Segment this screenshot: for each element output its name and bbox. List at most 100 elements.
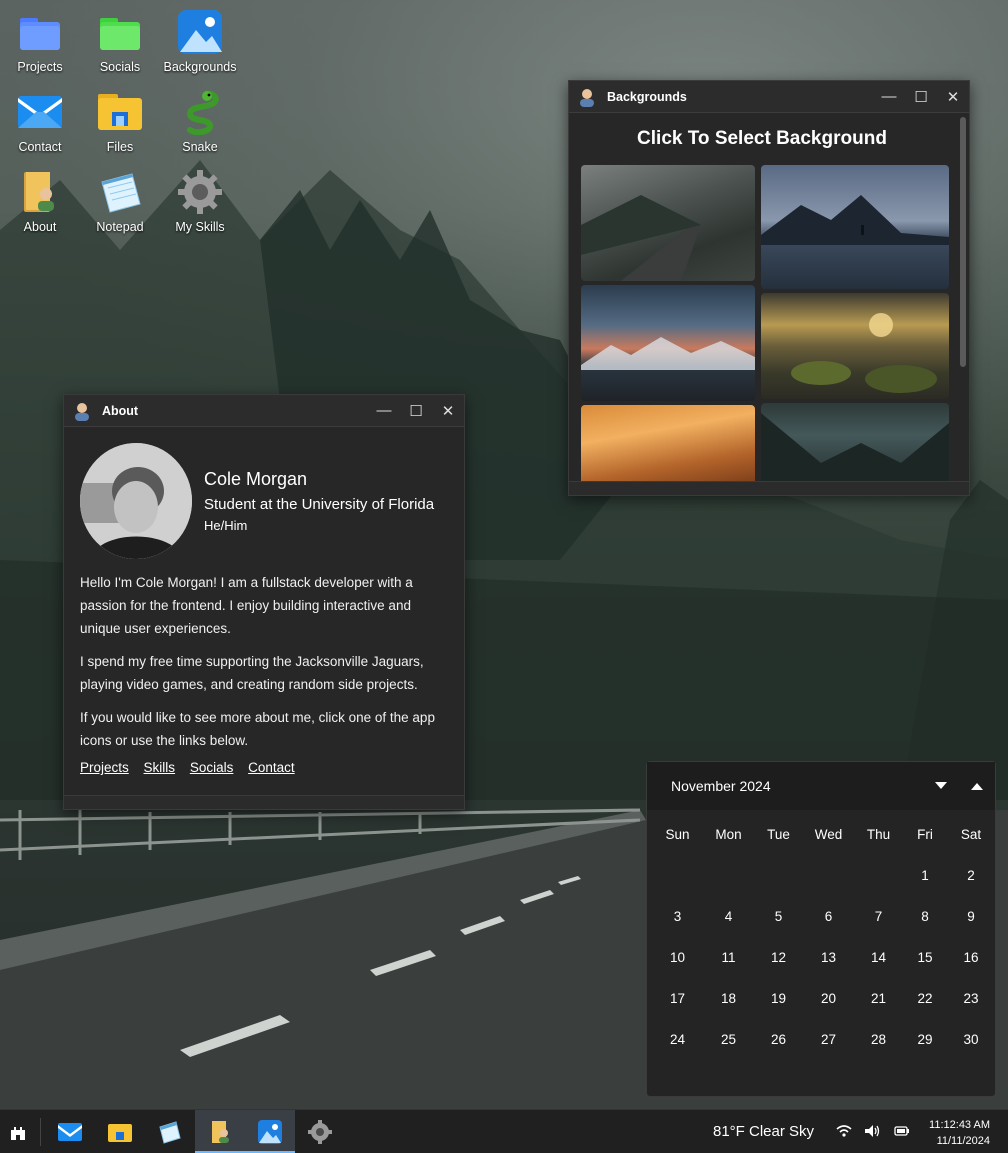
calendar-day[interactable]: 1 xyxy=(905,855,945,896)
calendar-day[interactable]: 23 xyxy=(945,978,997,1019)
calendar-day[interactable]: 13 xyxy=(805,937,852,978)
folder-green-icon xyxy=(96,8,144,56)
calendar-day[interactable]: 9 xyxy=(945,896,997,937)
background-thumb-misty-road[interactable] xyxy=(581,165,755,281)
calendar-day[interactable]: 2 xyxy=(945,855,997,896)
calendar-day[interactable]: 4 xyxy=(705,896,752,937)
desktop-icon-label: Backgrounds xyxy=(163,60,237,74)
calendar-day[interactable]: 24 xyxy=(650,1019,705,1060)
desktop-icon-projects[interactable]: Projects xyxy=(0,4,80,80)
background-thumb-rocky-sunset[interactable] xyxy=(761,293,949,399)
minimize-button[interactable]: — xyxy=(368,395,400,427)
calendar-empty-cell xyxy=(852,855,905,896)
desktop-icon-label: Contact xyxy=(18,140,62,154)
desktop-icon-label: Snake xyxy=(182,140,218,154)
calendar-day[interactable]: 28 xyxy=(852,1019,905,1060)
calendar-day[interactable]: 6 xyxy=(805,896,852,937)
calendar-month-label[interactable]: November 2024 xyxy=(671,778,923,794)
previous-month-button[interactable] xyxy=(959,768,995,804)
calendar-day[interactable]: 11 xyxy=(705,937,752,978)
weather-widget[interactable]: 81°F Clear Sky xyxy=(713,1123,814,1140)
about-titlebar[interactable]: About — ☐ ✕ xyxy=(64,395,464,427)
calendar-day[interactable]: 21 xyxy=(852,978,905,1019)
taskbar-about[interactable] xyxy=(195,1109,245,1153)
calendar-day[interactable]: 17 xyxy=(650,978,705,1019)
calendar-day[interactable]: 5 xyxy=(752,896,805,937)
calendar-day[interactable]: 7 xyxy=(852,896,905,937)
desktop-icon-snake[interactable]: Snake xyxy=(160,84,240,160)
weekday-label: Sat xyxy=(960,827,982,842)
window-footer xyxy=(569,481,969,495)
minimize-button[interactable]: — xyxy=(873,81,905,113)
scrollbar-thumb[interactable] xyxy=(960,117,966,367)
link-projects[interactable]: Projects xyxy=(80,760,129,775)
calendar-day[interactable]: 16 xyxy=(945,937,997,978)
about-links: Projects Skills Socials Contact xyxy=(80,760,448,775)
background-thumb-orange-clouds[interactable] xyxy=(581,405,755,481)
calendar-empty-cell xyxy=(805,855,852,896)
system-tray xyxy=(836,1124,910,1138)
calendar-day[interactable]: 18 xyxy=(705,978,752,1019)
background-thumb-lake-silhouette[interactable] xyxy=(761,165,949,289)
taskbar-my-skills[interactable] xyxy=(295,1110,345,1153)
notepad-icon xyxy=(159,1120,181,1144)
maximize-button[interactable]: ☐ xyxy=(905,81,937,113)
calendar-day[interactable]: 10 xyxy=(650,937,705,978)
link-contact[interactable]: Contact xyxy=(248,760,295,775)
calendar-day[interactable]: 3 xyxy=(650,896,705,937)
about-paragraph: Hello I'm Cole Morgan! I am a fullstack … xyxy=(80,575,413,636)
maximize-button[interactable]: ☐ xyxy=(400,395,432,427)
backgrounds-titlebar[interactable]: Backgrounds — ☐ ✕ xyxy=(569,81,969,113)
background-thumb-forest-valley[interactable] xyxy=(761,403,949,481)
calendar-day[interactable]: 15 xyxy=(905,937,945,978)
calendar-day[interactable]: 25 xyxy=(705,1019,752,1060)
calendar-day[interactable]: 29 xyxy=(905,1019,945,1060)
desktop-icon-contact[interactable]: Contact xyxy=(0,84,80,160)
next-month-button[interactable] xyxy=(923,768,959,804)
calendar-day[interactable]: 26 xyxy=(752,1019,805,1060)
calendar-day[interactable]: 30 xyxy=(945,1019,997,1060)
desktop-icon-backgrounds[interactable]: Backgrounds xyxy=(160,4,240,80)
link-skills[interactable]: Skills xyxy=(144,760,176,775)
desktop-icon-my-skills[interactable]: My Skills xyxy=(160,164,240,240)
taskbar-backgrounds[interactable] xyxy=(245,1109,295,1153)
taskbar-notepad[interactable] xyxy=(145,1110,195,1153)
desktop-icon-socials[interactable]: Socials xyxy=(80,4,160,80)
castle-icon xyxy=(11,1126,25,1140)
calendar-day[interactable]: 22 xyxy=(905,978,945,1019)
taskbar-contact[interactable] xyxy=(45,1110,95,1153)
start-button[interactable] xyxy=(0,1110,36,1153)
desktop-icon-label: My Skills xyxy=(175,220,225,234)
taskbar-files[interactable] xyxy=(95,1110,145,1153)
calendar-day[interactable]: 20 xyxy=(805,978,852,1019)
background-thumb-stormy-mountains[interactable] xyxy=(581,285,755,401)
calendar-day[interactable]: 19 xyxy=(752,978,805,1019)
desktop-icon-label: Files xyxy=(106,140,134,154)
clock-time: 11:12:43 AM xyxy=(929,1119,990,1131)
calendar-day[interactable]: 14 xyxy=(852,937,905,978)
desktop-icon-files[interactable]: Files xyxy=(80,84,160,160)
wifi-icon[interactable] xyxy=(836,1124,852,1138)
desktop-icon-label: Notepad xyxy=(96,220,144,234)
volume-icon[interactable] xyxy=(864,1124,880,1138)
backgrounds-scrollbar[interactable] xyxy=(960,115,966,479)
profile-header: Cole Morgan Student at the University of… xyxy=(80,443,448,559)
close-button[interactable]: ✕ xyxy=(432,395,464,427)
profile-name: Cole Morgan xyxy=(204,469,308,489)
taskbar-clock[interactable]: 11:12:43 AM 11/11/2024 xyxy=(929,1117,990,1149)
calendar-day[interactable]: 8 xyxy=(905,896,945,937)
about-window: About — ☐ ✕ Cole Morgan Student at the U… xyxy=(63,394,465,810)
calendar-day[interactable]: 12 xyxy=(752,937,805,978)
weekday-label: Mon xyxy=(715,827,742,842)
battery-icon[interactable] xyxy=(892,1124,910,1138)
calendar-day[interactable]: 27 xyxy=(805,1019,852,1060)
desktop-icon-about[interactable]: About xyxy=(0,164,80,240)
link-socials[interactable]: Socials xyxy=(190,760,234,775)
file-explorer-icon xyxy=(108,1123,132,1142)
snake-icon xyxy=(176,88,224,136)
window-footer xyxy=(64,795,464,809)
desktop-icon-notepad[interactable]: Notepad xyxy=(80,164,160,240)
calendar-header: November 2024 xyxy=(647,762,995,810)
chevron-down-icon xyxy=(935,782,947,789)
close-button[interactable]: ✕ xyxy=(937,81,969,113)
